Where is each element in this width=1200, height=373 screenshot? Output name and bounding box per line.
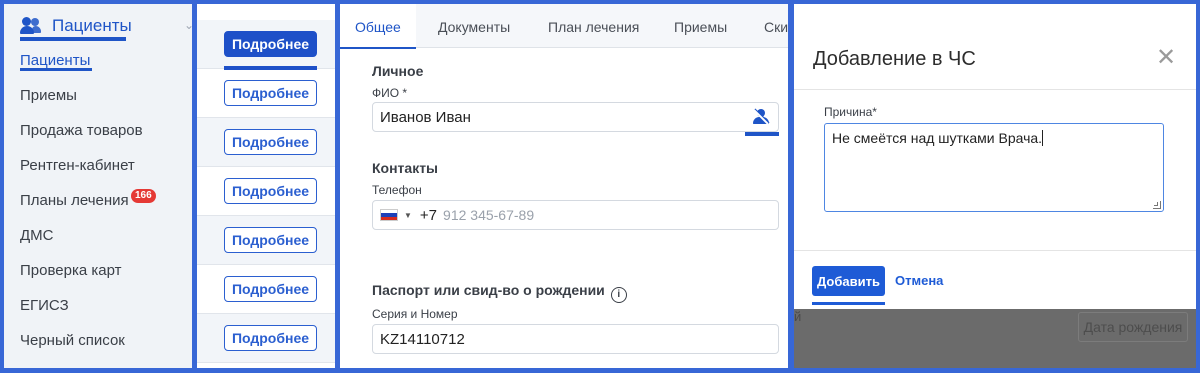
tab-bar: Общее Документы План лечения Приемы Ски xyxy=(340,4,788,49)
fio-field[interactable]: Иванов Иван xyxy=(372,102,779,132)
sidebar-header[interactable]: Пациенты ⌄ xyxy=(20,12,192,40)
treatment-plans-badge: 166 xyxy=(131,189,156,203)
tab-discounts[interactable]: Ски xyxy=(764,4,788,48)
details-button[interactable]: Подробнее xyxy=(224,276,317,302)
details-button[interactable]: Подробнее xyxy=(224,31,317,57)
fio-label: ФИО * xyxy=(372,86,408,100)
reason-label: Причина* xyxy=(824,105,877,119)
blacklist-icon-underline xyxy=(745,132,779,136)
info-icon[interactable]: i xyxy=(610,286,627,303)
sidebar-item-dms[interactable]: ДМС xyxy=(20,227,54,244)
series-number-field[interactable]: KZ14110712 xyxy=(372,324,779,354)
phone-placeholder: 912 345-67-89 xyxy=(443,207,535,223)
table-row: Подробнее xyxy=(197,167,335,216)
active-item-underline xyxy=(20,68,92,71)
table-row: Подробнее xyxy=(197,216,335,265)
divider xyxy=(794,250,1196,251)
dialog-title: Добавление в ЧС xyxy=(813,48,976,70)
section-passport: Паспорт или свид-во о рождении i xyxy=(372,282,627,303)
users-icon xyxy=(20,17,41,35)
cancel-button[interactable]: Отмена xyxy=(895,273,943,288)
text-caret xyxy=(1042,130,1044,146)
chevron-down-icon[interactable]: ⌄ xyxy=(184,18,192,32)
phone-code: +7 xyxy=(419,206,438,224)
reason-value: Не смеётся над шутками Врача. xyxy=(832,130,1043,146)
details-button[interactable]: Подробнее xyxy=(224,178,317,204)
series-number-value: KZ14110712 xyxy=(380,330,465,348)
table-row: Подробнее xyxy=(197,20,335,69)
details-button[interactable]: Подробнее xyxy=(224,325,317,351)
sidebar-item-sales[interactable]: Продажа товаров xyxy=(20,122,143,139)
sidebar-item-patients[interactable]: Пациенты xyxy=(20,52,90,69)
add-button-underline xyxy=(812,302,885,305)
background-text: й xyxy=(794,309,802,324)
person-off-icon[interactable] xyxy=(752,109,770,125)
close-icon[interactable]: ✕ xyxy=(1156,46,1176,70)
table-row: Подробнее xyxy=(197,314,335,363)
fio-value: Иванов Иван xyxy=(380,108,471,126)
series-label: Серия и Номер xyxy=(372,307,458,321)
sidebar-item-treatment-plans[interactable]: Планы лечения xyxy=(20,192,129,209)
table-row: Подробнее xyxy=(197,118,335,167)
phone-field[interactable]: ▼ +7 912 345-67-89 xyxy=(372,200,779,230)
sidebar-header-underline xyxy=(20,37,126,41)
sidebar-item-xray[interactable]: Рентген-кабинет xyxy=(20,157,135,174)
ru-flag-icon[interactable] xyxy=(380,209,398,221)
sidebar-item-card-check[interactable]: Проверка карт xyxy=(20,262,121,279)
reason-textarea[interactable]: Не смеётся над шутками Врача. xyxy=(824,123,1164,212)
tab-general[interactable]: Общее xyxy=(340,4,416,49)
tab-appointments[interactable]: Приемы xyxy=(674,4,727,48)
modal-overlay: й Дата рождения Добавление в ЧС ✕ Причин… xyxy=(794,4,1196,368)
blacklist-dialog: Добавление в ЧС ✕ Причина* Не смеётся на… xyxy=(794,4,1196,309)
sidebar-item-appointments[interactable]: Приемы xyxy=(20,87,77,104)
details-button[interactable]: Подробнее xyxy=(224,227,317,253)
sidebar: Пациенты ⌄ Пациенты Приемы Продажа товар… xyxy=(4,4,192,368)
tab-treatment-plan[interactable]: План лечения xyxy=(548,4,639,48)
details-button[interactable]: Подробнее xyxy=(224,80,317,106)
section-personal: Личное xyxy=(372,63,424,79)
table-row: Подробнее xyxy=(197,69,335,118)
add-button[interactable]: Добавить xyxy=(812,266,885,296)
resize-handle[interactable] xyxy=(1153,201,1161,209)
table-row: Подробнее xyxy=(197,265,335,314)
country-caret-icon[interactable]: ▼ xyxy=(404,211,412,220)
phone-label: Телефон xyxy=(372,183,422,197)
section-contacts: Контакты xyxy=(372,160,439,176)
sidebar-item-blacklist[interactable]: Черный список xyxy=(20,332,125,349)
tab-documents[interactable]: Документы xyxy=(438,4,510,48)
passport-title: Паспорт или свид-во о рождении xyxy=(372,282,605,298)
divider xyxy=(794,89,1196,90)
sidebar-item-egisz[interactable]: ЕГИСЗ xyxy=(20,297,69,314)
patients-list-column: Подробнее Подробнее Подробнее Подробнее … xyxy=(197,4,335,368)
sidebar-header-title: Пациенты xyxy=(52,16,132,35)
details-button[interactable]: Подробнее xyxy=(224,129,317,155)
background-birthdate-field: Дата рождения xyxy=(1078,312,1188,342)
patient-form: Общее Документы План лечения Приемы Ски … xyxy=(340,4,788,368)
